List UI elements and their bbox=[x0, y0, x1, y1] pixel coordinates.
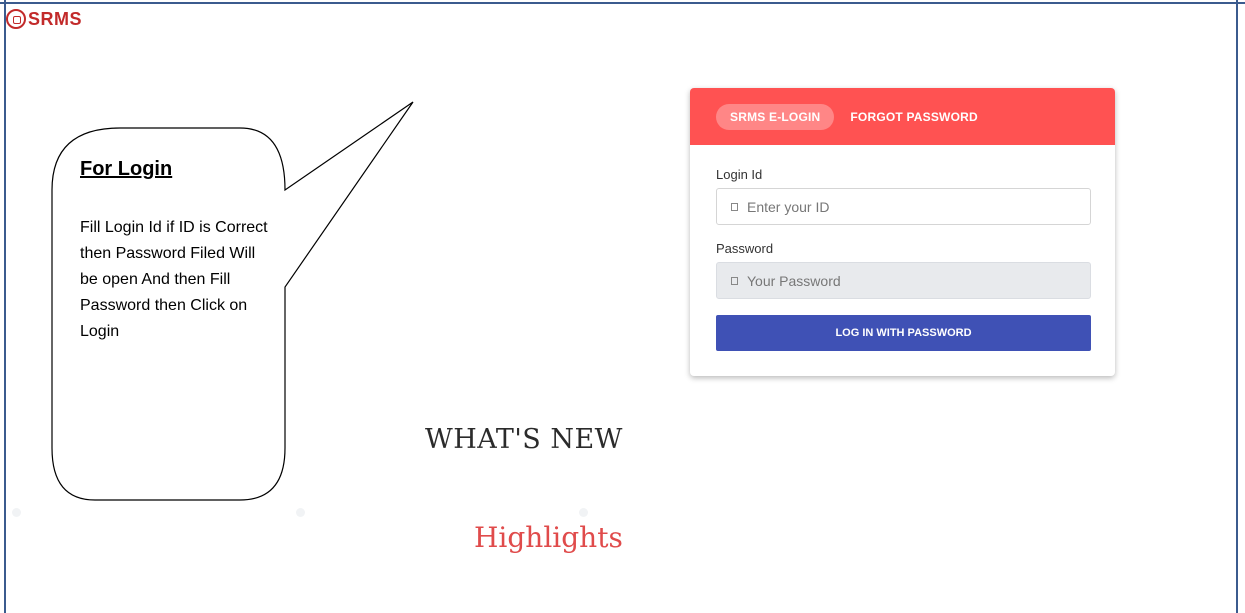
lock-icon bbox=[731, 276, 738, 285]
password-label: Password bbox=[716, 241, 774, 256]
password-input[interactable] bbox=[747, 272, 1077, 289]
page-frame: SRMS For Login Fill Login Id if ID is Co… bbox=[0, 0, 1245, 613]
login-card: SRMS E-LOGIN FORGOT PASSWORD Login Id Pa… bbox=[690, 88, 1115, 376]
callout-content: For Login Fill Login Id if ID is Correct… bbox=[80, 158, 270, 345]
tab-srms-e-login[interactable]: SRMS E-LOGIN bbox=[716, 103, 835, 130]
whats-new-heading: WHAT'S NEW bbox=[425, 424, 623, 455]
login-id-label: Login Id bbox=[716, 167, 763, 182]
callout-body: Fill Login Id if ID is Correct then Pass… bbox=[80, 219, 268, 340]
id-icon bbox=[731, 202, 738, 211]
decorative-dot bbox=[12, 508, 21, 517]
callout-title: For Login bbox=[80, 158, 173, 180]
tab-forgot-password[interactable]: FORGOT PASSWORD bbox=[850, 110, 977, 124]
login-id-input[interactable] bbox=[747, 198, 1077, 215]
decorative-dot bbox=[579, 508, 588, 517]
decorative-dot bbox=[296, 508, 305, 517]
login-id-field[interactable] bbox=[716, 188, 1091, 225]
login-card-header: SRMS E-LOGIN FORGOT PASSWORD bbox=[690, 88, 1115, 145]
login-with-password-button[interactable]: LOG IN WITH PASSWORD bbox=[716, 315, 1091, 351]
highlights-heading: Highlights bbox=[474, 521, 623, 554]
password-field[interactable] bbox=[716, 262, 1091, 299]
login-form: Login Id Password LOG IN WITH PASSWORD bbox=[690, 145, 1115, 351]
